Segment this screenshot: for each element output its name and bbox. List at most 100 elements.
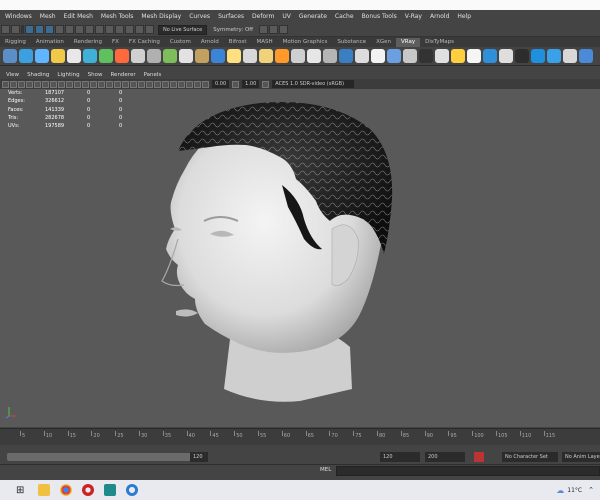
grid-icon[interactable]	[34, 80, 41, 88]
select-object-icon[interactable]	[35, 25, 44, 34]
shelf-tool-icon[interactable]	[547, 49, 561, 63]
ipr-icon[interactable]	[125, 25, 134, 34]
shelf-tool-icon[interactable]	[355, 49, 369, 63]
shelf-tool-icon[interactable]	[531, 49, 545, 63]
snap-surface-icon[interactable]	[95, 25, 104, 34]
range-end-inner-field[interactable]: 120	[190, 452, 208, 462]
shelf-tool-icon[interactable]	[579, 49, 593, 63]
app-icon[interactable]	[126, 484, 139, 496]
shelf-tool-icon[interactable]	[227, 49, 241, 63]
gamma-icon[interactable]	[232, 80, 240, 88]
weather-icon[interactable]: ☁	[556, 486, 564, 495]
range-slider-bar[interactable]	[7, 453, 207, 461]
shelf-tool-icon[interactable]	[467, 49, 481, 63]
default-material-icon[interactable]	[106, 80, 113, 88]
ambient-occlusion-icon[interactable]	[146, 80, 153, 88]
shelf-tool-icon[interactable]	[147, 49, 161, 63]
select-hierarchy-icon[interactable]	[25, 25, 34, 34]
render-settings-icon[interactable]	[135, 25, 144, 34]
safe-title-icon[interactable]	[82, 80, 89, 88]
shelf-tool-icon[interactable]	[387, 49, 401, 63]
textured-icon[interactable]	[122, 80, 129, 88]
shelf-tab[interactable]: FX	[107, 38, 124, 47]
shelf-tab[interactable]: VRay	[395, 38, 421, 47]
menu-item[interactable]: Edit Mesh	[60, 13, 97, 20]
menu-set-icon[interactable]	[11, 25, 20, 34]
select-tool-icon[interactable]	[1, 25, 10, 34]
menu-item[interactable]: Cache	[331, 13, 358, 20]
shelf-tool-icon[interactable]	[259, 49, 273, 63]
shelf-tool-icon[interactable]	[339, 49, 353, 63]
menu-item[interactable]: Mesh Display	[137, 13, 185, 20]
shelf-tool-icon[interactable]	[403, 49, 417, 63]
hypershade-icon[interactable]	[145, 25, 154, 34]
menu-item[interactable]: Generate	[295, 13, 331, 20]
menu-item[interactable]: Surfaces	[214, 13, 248, 20]
panel-menu-item[interactable]: Lighting	[53, 72, 83, 78]
weather-temp[interactable]: 11°C	[567, 487, 582, 494]
file-explorer-icon[interactable]	[38, 484, 51, 496]
shelf-tool-icon[interactable]	[99, 49, 113, 63]
menu-item[interactable]: Windows	[1, 13, 36, 20]
shelf-tool-icon[interactable]	[243, 49, 257, 63]
shelf-tool-icon[interactable]	[211, 49, 225, 63]
anim-end-field[interactable]: 200	[425, 452, 465, 462]
end-time-field[interactable]: 120	[380, 452, 420, 462]
render-icon[interactable]	[115, 25, 124, 34]
shelf-tab[interactable]: Rigging	[0, 38, 31, 47]
sidebar-toggle2-icon[interactable]	[279, 25, 289, 34]
resolution-gate-icon[interactable]	[50, 80, 57, 88]
shelf-tool-icon[interactable]	[3, 49, 17, 63]
menu-item[interactable]: Deform	[248, 13, 278, 20]
menu-item[interactable]: UV	[278, 13, 295, 20]
shelf-tab[interactable]: XGen	[371, 38, 396, 47]
select-component-icon[interactable]	[45, 25, 54, 34]
shelf-tool-icon[interactable]	[35, 49, 49, 63]
shelf-tool-icon[interactable]	[435, 49, 449, 63]
shelf-tab[interactable]: Motion Graphics	[278, 38, 333, 47]
wireframe-on-shaded-icon[interactable]	[114, 80, 121, 88]
shelf-tool-icon[interactable]	[291, 49, 305, 63]
menu-item[interactable]: Arnold	[426, 13, 453, 20]
snap-view-icon[interactable]	[85, 25, 94, 34]
mel-label[interactable]: MEL	[320, 467, 331, 473]
field-chart-icon[interactable]	[66, 80, 73, 88]
shelf-tool-icon[interactable]	[275, 49, 289, 63]
shelf-tool-icon[interactable]	[115, 49, 129, 63]
colorspace-dropdown[interactable]: ACES 1.0 SDR-video (sRGB)	[272, 80, 355, 88]
motion-blur-icon[interactable]	[154, 80, 161, 88]
shelf-tab[interactable]: Rendering	[69, 38, 107, 47]
anim-layer-dropdown[interactable]: No Anim Layer	[562, 452, 600, 462]
live-surface-field[interactable]: No Live Surface	[158, 24, 208, 35]
smooth-shade-icon[interactable]	[98, 80, 105, 88]
shelf-tab[interactable]: Animation	[31, 38, 69, 47]
bookmark-icon[interactable]	[18, 80, 25, 88]
wireframe-icon[interactable]	[90, 80, 97, 88]
shelf-tool-icon[interactable]	[307, 49, 321, 63]
shelf-tool-icon[interactable]	[131, 49, 145, 63]
xray-icon[interactable]	[186, 80, 193, 88]
time-slider[interactable]: 5 10 15 20 25 30 35 40 45 50 55 60 65 70 75 80 85 90 95 100…	[0, 428, 600, 445]
symmetry-dropdown[interactable]: Symmetry: Off	[213, 27, 253, 33]
snap-grid-icon[interactable]	[55, 25, 64, 34]
menu-item[interactable]: V-Ray	[401, 13, 426, 20]
exposure-field[interactable]: 0.00	[212, 80, 230, 88]
exposure-icon[interactable]	[202, 80, 209, 88]
panel-menu-item[interactable]: Renderer	[106, 72, 139, 78]
shelf-tool-icon[interactable]	[451, 49, 465, 63]
shadows-icon[interactable]	[138, 80, 145, 88]
lights-icon[interactable]	[130, 80, 137, 88]
shelf-tab[interactable]: Substance	[332, 38, 371, 47]
shelf-tool-icon[interactable]	[163, 49, 177, 63]
shelf-tool-icon[interactable]	[483, 49, 497, 63]
gate-mask-icon[interactable]	[58, 80, 65, 88]
isolate-select-icon[interactable]	[178, 80, 185, 88]
panel-menu-item[interactable]: Show	[84, 72, 107, 78]
menu-item[interactable]: Curves	[185, 13, 214, 20]
menu-item[interactable]: Mesh	[36, 13, 60, 20]
maya-icon[interactable]	[104, 484, 117, 496]
color-management-icon[interactable]	[262, 80, 270, 88]
menu-item[interactable]: Help	[453, 13, 475, 20]
shelf-tool-icon[interactable]	[83, 49, 97, 63]
shelf-tab[interactable]: MASH	[251, 38, 277, 47]
